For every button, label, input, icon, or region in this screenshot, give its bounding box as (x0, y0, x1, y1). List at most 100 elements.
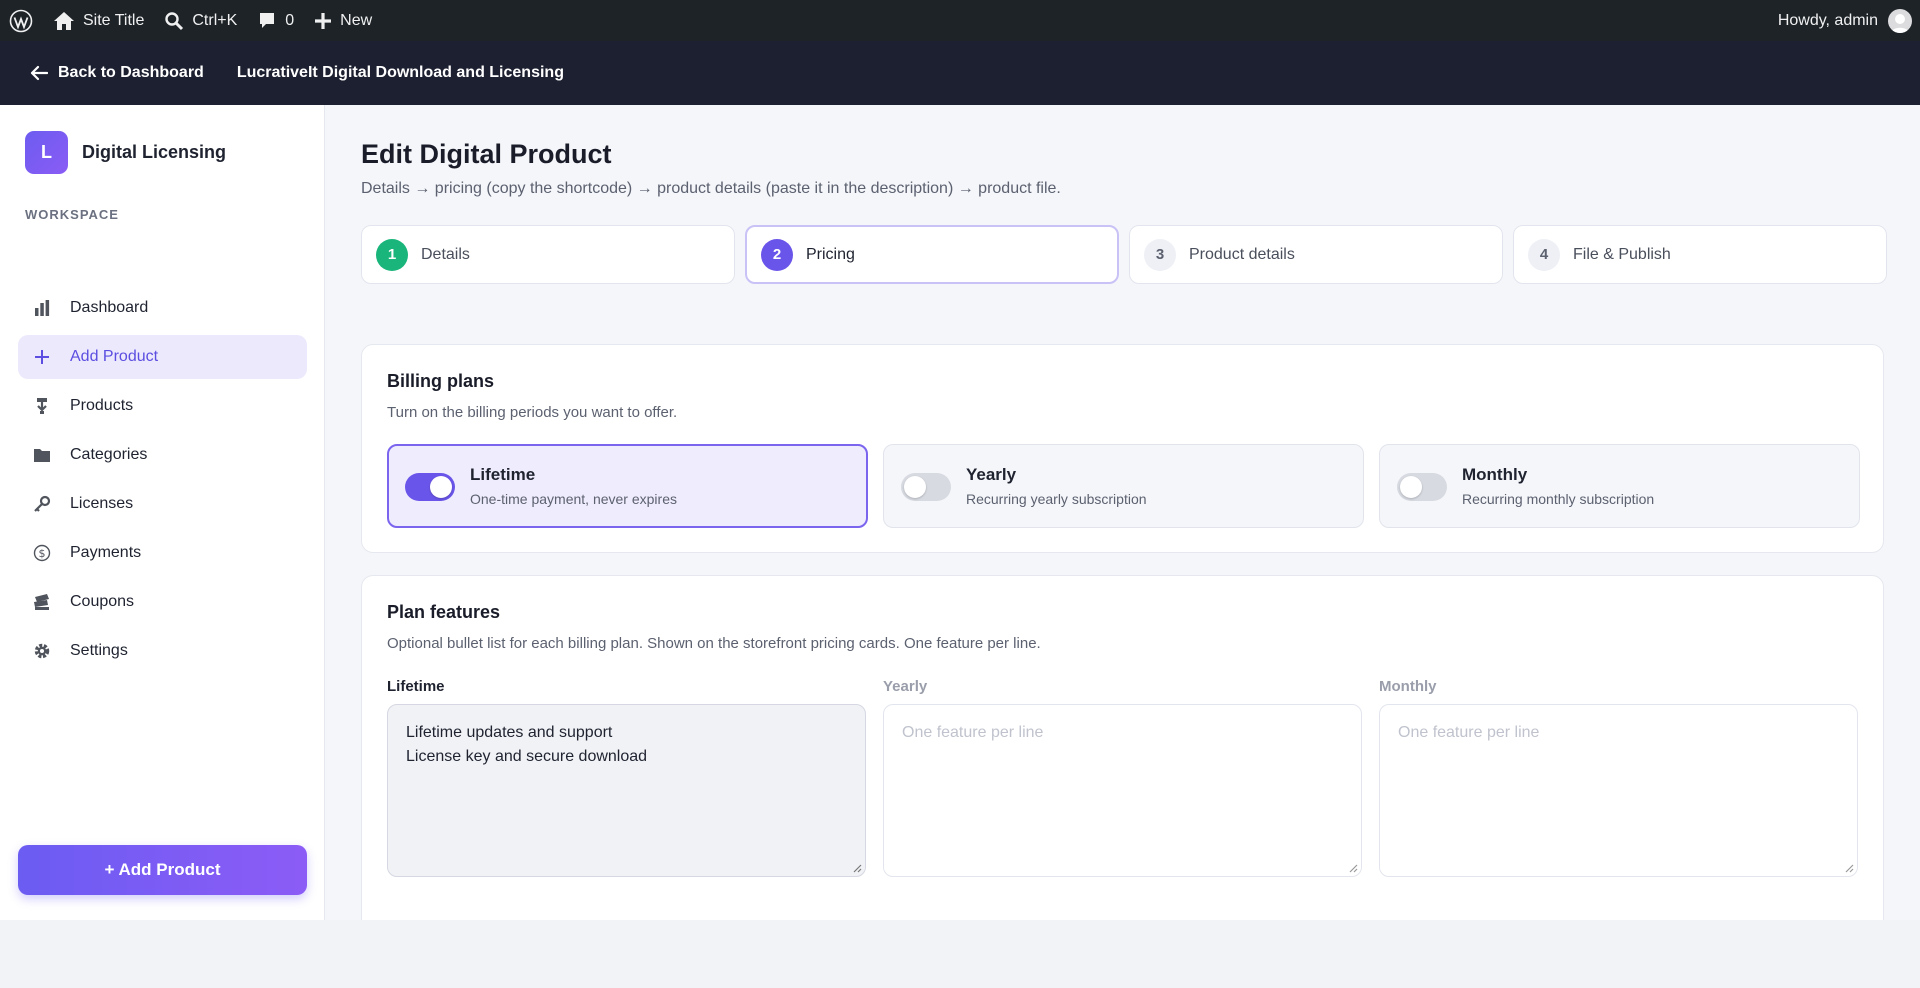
page-title: Edit Digital Product (361, 139, 612, 169)
monthly-toggle[interactable] (1397, 473, 1447, 501)
sidebar-item-label: Payments (70, 544, 142, 561)
sidebar-item-label: Add Product (70, 348, 159, 365)
resize-handle-icon[interactable] (1348, 863, 1358, 873)
svg-text:$: $ (39, 547, 46, 560)
step-label: Product details (1189, 245, 1295, 263)
my-account[interactable]: Howdy, admin (1778, 0, 1912, 41)
new-content-link[interactable]: New (304, 0, 382, 41)
site-title-link[interactable]: Site Title (43, 0, 154, 41)
sidebar-item-label: Dashboard (70, 299, 149, 316)
user-icon (1891, 13, 1909, 33)
sidebar-item-label: Products (70, 397, 134, 414)
feature-column-label: Lifetime (387, 678, 445, 695)
feature-column-yearly: Yearly One feature per line (883, 678, 1364, 877)
yearly-toggle[interactable] (901, 473, 951, 501)
step-label: File & Publish (1573, 245, 1671, 263)
sidebar-logo[interactable]: L Digital Licensing (25, 131, 226, 174)
billing-plans-card: Billing plans Turn on the billing period… (361, 344, 1884, 553)
search-shortcut[interactable]: Ctrl+K (154, 0, 247, 41)
logo-text: Digital Licensing (82, 142, 227, 162)
plan-features-description: Optional bullet list for each billing pl… (387, 635, 1041, 652)
sidebar-item-coupons[interactable]: Coupons (18, 580, 307, 624)
plan-name: Lifetime (470, 465, 536, 484)
step-file-publish[interactable]: 4 File & Publish (1513, 225, 1887, 284)
page-subtitle: Details → pricing (copy the shortcode) →… (361, 180, 1061, 197)
sidebar-item-categories[interactable]: Categories (18, 433, 307, 477)
feature-line: License key and secure download (406, 748, 648, 765)
plan-subtitle: One-time payment, never expires (470, 491, 677, 507)
lifetime-toggle[interactable] (405, 473, 455, 501)
comments-link[interactable]: 0 (247, 0, 304, 41)
comment-icon (260, 12, 275, 28)
back-to-dashboard-link[interactable]: Back to Dashboard (30, 64, 204, 82)
sidebar-item-dashboard[interactable]: Dashboard (18, 286, 307, 330)
wp-admin-bar: Site Title Ctrl+K 0 New Howdy, admin (0, 0, 1920, 41)
sidebar-item-label: Coupons (70, 593, 135, 610)
lifetime-features-textarea[interactable]: Lifetime updates and support License key… (387, 704, 866, 877)
step-details[interactable]: 1 Details (361, 225, 735, 284)
step-label: Pricing (806, 245, 855, 263)
sidebar-item-settings[interactable]: Settings (18, 629, 307, 673)
plan-features-card: Plan features Optional bullet list for e… (361, 575, 1884, 920)
sidebar-item-payments[interactable]: $ Payments (18, 531, 307, 575)
home-icon (54, 11, 74, 30)
sidebar-item-licenses[interactable]: Licenses (18, 482, 307, 526)
plugin-header: Back to Dashboard LucrativeIt Digital Do… (0, 41, 1920, 105)
greeting: Howdy, admin (1777, 11, 1878, 29)
plan-lifetime[interactable]: Lifetime One-time payment, never expires (387, 444, 868, 528)
toggle-knob (904, 476, 926, 498)
plan-name: Yearly (966, 465, 1017, 484)
folder-icon (32, 445, 52, 465)
wordpress-logo-icon[interactable] (0, 0, 43, 41)
sidebar-item-label: Categories (70, 446, 148, 463)
plan-yearly[interactable]: Yearly Recurring yearly subscription (883, 444, 1364, 528)
feature-columns: Lifetime Lifetime updates and support Li… (387, 678, 1860, 877)
step-number: 1 (376, 238, 408, 271)
arrow-left-icon (30, 65, 48, 81)
plan-monthly[interactable]: Monthly Recurring monthly subscription (1379, 444, 1860, 528)
sidebar-nav: Dashboard Add Product Products Categorie… (18, 286, 307, 678)
plus-icon (32, 347, 52, 367)
wizard-steps: 1 Details 2 Pricing 3 Product details 4 … (361, 225, 1897, 284)
plan-name: Monthly (1462, 465, 1528, 484)
key-icon (32, 494, 52, 514)
dollar-icon: $ (32, 543, 52, 563)
toggle-knob (430, 476, 452, 498)
step-number: 4 (1528, 238, 1560, 271)
sidebar: L Digital Licensing WORKSPACE Dashboard … (0, 105, 325, 920)
site-title-label: Site Title (83, 11, 145, 29)
billing-plans-title: Billing plans (387, 371, 495, 391)
back-label: Back to Dashboard (58, 64, 204, 81)
add-product-button[interactable]: + Add Product (18, 845, 307, 895)
gear-icon (32, 641, 52, 661)
plan-features-title: Plan features (387, 602, 501, 622)
feature-column-lifetime: Lifetime Lifetime updates and support Li… (387, 678, 868, 877)
feature-column-label: Monthly (1379, 678, 1437, 695)
monthly-features-textarea[interactable]: One feature per line (1379, 704, 1858, 877)
resize-handle-icon[interactable] (852, 863, 862, 873)
plan-subtitle: Recurring yearly subscription (966, 491, 1147, 507)
resize-handle-icon[interactable] (1844, 863, 1854, 873)
plan-subtitle: Recurring monthly subscription (1462, 491, 1655, 507)
search-icon (165, 11, 184, 30)
billing-plans-description: Turn on the billing periods you want to … (387, 404, 678, 421)
bar-chart-icon (32, 298, 52, 318)
download-icon (32, 396, 52, 416)
main-content: Edit Digital Product Details → pricing (… (325, 105, 1920, 920)
feature-line: Lifetime updates and support (406, 724, 613, 741)
sidebar-item-products[interactable]: Products (18, 384, 307, 428)
step-number: 2 (761, 238, 793, 271)
sidebar-item-add-product[interactable]: Add Product (18, 335, 307, 379)
comments-count: 0 (285, 11, 295, 29)
step-product-details[interactable]: 3 Product details (1129, 225, 1503, 284)
sidebar-item-label: Settings (70, 642, 128, 659)
yearly-features-textarea[interactable]: One feature per line (883, 704, 1362, 877)
search-shortcut-label: Ctrl+K (192, 11, 238, 29)
step-label: Details (421, 245, 470, 263)
tickets-icon (32, 592, 52, 612)
plus-icon (315, 12, 332, 29)
new-label: New (340, 11, 373, 29)
step-pricing[interactable]: 2 Pricing (745, 225, 1119, 284)
step-number: 3 (1144, 238, 1176, 271)
app-name: LucrativeIt Digital Download and Licensi… (236, 64, 564, 81)
